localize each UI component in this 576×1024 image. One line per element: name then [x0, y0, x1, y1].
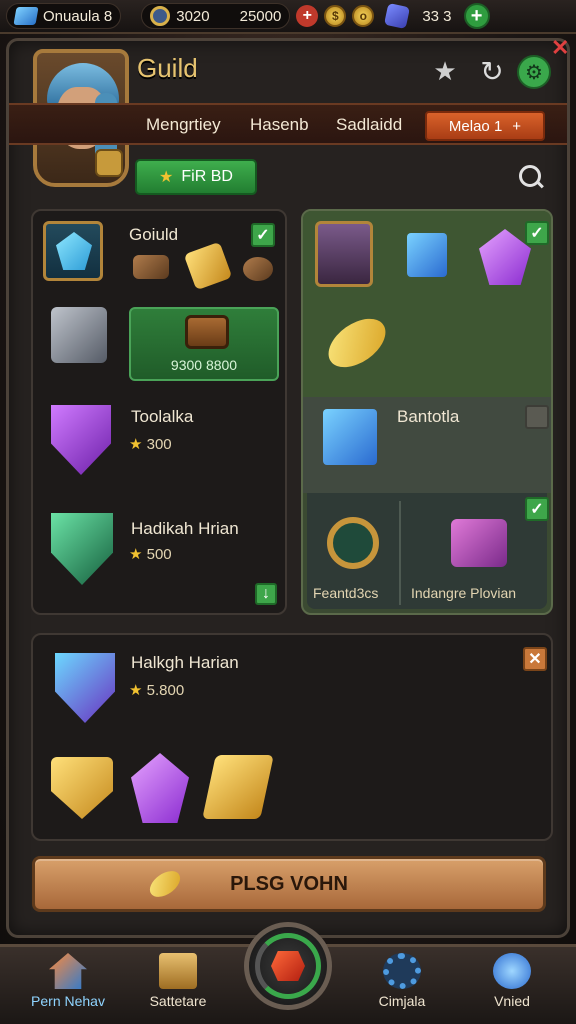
tab-2[interactable]: Hasenb — [250, 115, 309, 135]
golden-leaf-icon — [141, 860, 188, 907]
golden-shield-icon[interactable] — [51, 757, 113, 819]
nav-stats-label: Sattetare — [149, 993, 207, 1009]
player-label: Onuaula 8 — [43, 7, 113, 25]
mid-label: Bantotla — [397, 407, 460, 426]
item-stars-1: ★ 300 — [129, 436, 172, 453]
play-button[interactable]: PLSG VOHN — [32, 856, 546, 912]
rating-pill[interactable]: ★ FiR BD — [135, 159, 257, 195]
magnifier-icon — [493, 953, 531, 989]
bread-icon — [243, 257, 273, 281]
hero-portrait-icon[interactable] — [315, 221, 373, 287]
gold-value: 25000 — [239, 7, 282, 25]
play-button-label: PLSG VOHN — [230, 872, 348, 895]
equipment-card: Halkgh Harian ★ 5.800 ✕ — [31, 633, 553, 841]
dice-resource: 33 3 — [384, 2, 452, 30]
green-shield-icon[interactable] — [51, 513, 113, 585]
bottom-left-label: Feantd3cs — [313, 585, 379, 601]
nav-stats[interactable]: Sattetare — [128, 953, 228, 1009]
star-icon: ★ — [159, 169, 174, 186]
star-icon: ★ — [129, 546, 143, 563]
tab-3[interactable]: Sadlaidd — [336, 115, 402, 135]
page-title: Guild — [137, 53, 198, 83]
equipment-stars: ★ 5.800 — [129, 682, 185, 699]
search-icon[interactable] — [519, 165, 541, 187]
nav-center-battle-button[interactable] — [244, 922, 332, 1010]
refresh-button[interactable]: ↻ — [476, 55, 508, 87]
guild-panel: Guild ★ ↻ ⚙ ✕ Mengrtiey Hasenb Sadlaidd … — [6, 35, 570, 938]
nav-search[interactable]: Vnied — [462, 953, 562, 1009]
player-pill[interactable]: Onuaula 8 — [6, 3, 122, 29]
tab-1[interactable]: Mengrtiey — [146, 115, 221, 135]
offer-box[interactable]: 9300 8800 — [129, 307, 279, 381]
settings-button[interactable]: ⚙ — [517, 55, 551, 89]
golden-emblem-icon[interactable] — [202, 755, 274, 819]
token-icon: o — [352, 5, 375, 27]
item-name-1: Toolalka — [131, 407, 194, 426]
item-stars-2: ★ 500 — [129, 546, 172, 563]
mid-checkbox[interactable] — [525, 405, 549, 429]
gem-stack-icon — [13, 7, 39, 25]
star-icon: ★ — [129, 436, 143, 453]
rating-pill-label: FiR BD — [181, 168, 233, 185]
crystal-chest-icon[interactable] — [323, 409, 377, 465]
home-icon — [49, 953, 87, 989]
item-name-2: Hadikah Hrian — [131, 519, 239, 538]
armor-chest-icon[interactable] — [51, 307, 107, 363]
amethyst-gem-icon[interactable] — [131, 753, 189, 823]
guild-tabs: Mengrtiey Hasenb Sadlaidd Melao 1 + — [9, 103, 567, 145]
gift-box-icon[interactable] — [451, 519, 507, 567]
close-icon[interactable]: ✕ — [551, 35, 569, 61]
coin-icon: $ — [324, 5, 347, 27]
guild-items-card: Goiuld ✓ 9300 8800 Toolalka ★ 300 Hadika… — [31, 209, 287, 615]
sapphire-shield-icon[interactable] — [55, 653, 115, 723]
rewards-card: ✓ Bantotla ✓ Feantd3cs Indangre Plovian — [301, 209, 553, 615]
dice-value: 33 3 — [422, 7, 452, 25]
purple-shield-icon[interactable] — [51, 405, 111, 475]
nav-search-label: Vnied — [494, 993, 530, 1009]
nav-settings[interactable]: Cimjala — [352, 953, 452, 1009]
gear-icon — [383, 953, 421, 989]
nav-home[interactable]: Pern Nehav — [18, 953, 118, 1009]
offer-box-text: 9300 8800 — [170, 357, 238, 373]
blue-crystal-icon — [56, 232, 92, 270]
wood-plank-icon — [133, 255, 169, 279]
rank-badge-icon — [95, 149, 123, 177]
blue-cube-icon[interactable] — [407, 233, 447, 277]
gold-bar-icon — [183, 241, 233, 291]
treasure-chest-icon — [185, 315, 229, 349]
card-title: Goiuld — [129, 225, 179, 244]
dice-icon — [384, 2, 411, 30]
ruby-icon — [271, 951, 305, 981]
nav-home-label: Pern Nehav — [31, 993, 105, 1009]
equipment-close-checkbox[interactable]: ✕ — [523, 647, 547, 671]
reward-check-icon[interactable]: ✓ — [525, 221, 549, 245]
item-check-icon[interactable]: ↓ — [255, 583, 277, 605]
divider — [399, 501, 401, 605]
nav-settings-label: Cimjala — [378, 993, 426, 1009]
compass-ring-icon[interactable] — [327, 517, 379, 569]
timer-pill: 3020 25000 — [141, 3, 291, 29]
timer-value: 3020 — [176, 7, 210, 25]
resource-bar: Onuaula 8 3020 25000 + $ o 33 3 + — [0, 0, 576, 34]
plus-icon: + — [512, 117, 522, 135]
add-dice-button[interactable]: + — [463, 3, 490, 29]
tab-active-label: Melao 1 — [448, 117, 503, 135]
equipment-name: Halkgh Harian — [131, 653, 239, 672]
tab-active[interactable]: Melao 1 + — [425, 111, 545, 141]
favorite-star-button[interactable]: ★ — [429, 55, 461, 87]
scroll-icon — [159, 953, 197, 989]
guild-header: Guild ★ ↻ ⚙ ✕ Mengrtiey Hasenb Sadlaidd … — [9, 35, 569, 195]
bottom-check-icon[interactable]: ✓ — [525, 497, 549, 521]
add-gold-button[interactable]: + — [296, 5, 319, 27]
bottom-right-label: Indangre Plovian — [411, 585, 517, 601]
star-icon: ★ — [129, 682, 143, 699]
clock-icon — [150, 6, 171, 26]
card-check-icon[interactable]: ✓ — [251, 223, 275, 247]
crystal-frame-icon[interactable] — [43, 221, 103, 281]
